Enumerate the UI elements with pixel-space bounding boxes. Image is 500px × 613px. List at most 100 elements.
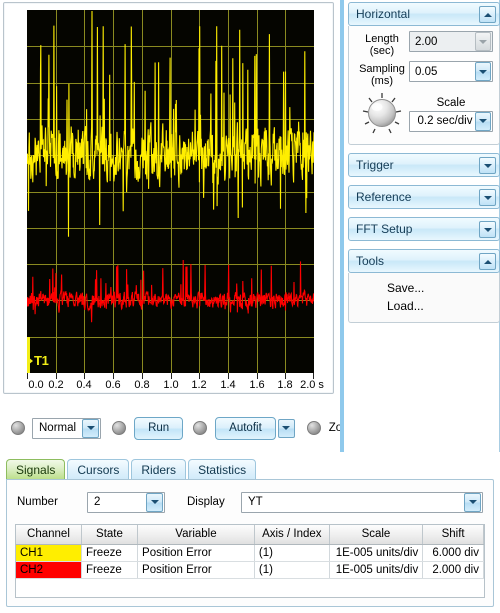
rotary-knob-icon[interactable] bbox=[355, 91, 409, 137]
chevron-down-icon[interactable] bbox=[475, 111, 491, 131]
run-button-label: Run bbox=[148, 422, 170, 434]
length-value: 2.00 bbox=[415, 35, 438, 48]
sampling-label-line1: Sampling bbox=[359, 63, 405, 75]
chevron-down-icon[interactable] bbox=[464, 492, 481, 512]
section-reference-header[interactable]: Reference bbox=[348, 185, 500, 209]
trace-ch1 bbox=[27, 10, 314, 237]
section-trigger-header[interactable]: Trigger bbox=[348, 153, 500, 177]
section-tools-header[interactable]: Tools bbox=[348, 249, 500, 273]
section-fft-setup-title: FFT Setup bbox=[356, 222, 413, 236]
tab-statistics[interactable]: Statistics bbox=[188, 459, 257, 480]
scale-combo[interactable]: 0.2 sec/div bbox=[409, 110, 493, 132]
cell-state: Freeze bbox=[81, 561, 139, 579]
sampling-label-line2: (ms) bbox=[371, 75, 393, 87]
section-horizontal-header[interactable]: Horizontal bbox=[348, 2, 500, 26]
cell-axis-index: (1) bbox=[254, 544, 330, 562]
waveform-plot[interactable]: T1 bbox=[27, 10, 314, 373]
scope-control-row: Normal Run Autofit Zoom bbox=[3, 412, 358, 444]
axis-tick-label: 0.6 bbox=[105, 379, 121, 391]
table-header-axis-index[interactable]: Axis / Index bbox=[254, 525, 330, 545]
table-row[interactable]: CH2 Freeze Position Error (1) 1E-005 units/d… bbox=[16, 561, 484, 579]
axis-tick-label: 1.0 bbox=[163, 379, 179, 391]
field-sampling: Sampling (ms) 0.05 bbox=[355, 61, 493, 87]
x-axis: 0.0 0.2 0.4 0.6 0.8 1.0 1.2 1.4 1.6 1.8 2.0 s bbox=[27, 373, 324, 397]
signals-tab-panel: Number 2 Display YT Channel State Variable… bbox=[6, 479, 494, 607]
section-horizontal-title: Horizontal bbox=[356, 7, 411, 21]
section-horizontal-body: Length (sec) 2.00 Sampling (ms) 0.05 Sca… bbox=[348, 26, 500, 145]
display-label: Display bbox=[187, 496, 225, 508]
scale-row: Scale 0.2 sec/div bbox=[355, 91, 493, 137]
chevron-down-icon[interactable] bbox=[479, 189, 496, 206]
side-panel: Horizontal Length (sec) 2.00 Sampling (m… bbox=[340, 0, 500, 452]
section-tools-title: Tools bbox=[356, 254, 385, 268]
table-header-variable[interactable]: Variable bbox=[137, 525, 255, 545]
axis-tick-label: 1.4 bbox=[220, 379, 236, 391]
chevron-up-icon[interactable] bbox=[479, 253, 496, 270]
sampling-input[interactable]: 0.05 bbox=[409, 61, 493, 82]
top-area: T1 0.0 0.2 0.4 0.6 0.8 1.0 1.2 1.4 1.6 1.8 2.0 s N… bbox=[0, 0, 500, 452]
cell-variable: Position Error bbox=[137, 544, 255, 562]
table-row[interactable]: CH1 Freeze Position Error (1) 1E-005 units/d… bbox=[16, 544, 484, 562]
waveform-traces bbox=[27, 10, 314, 323]
length-label-line2: (sec) bbox=[369, 45, 395, 57]
section-tools: Tools Save... Load... bbox=[348, 249, 500, 323]
cell-variable: Position Error bbox=[137, 561, 255, 579]
section-trigger-title: Trigger bbox=[356, 158, 394, 172]
chevron-down-icon[interactable] bbox=[475, 32, 491, 51]
tools-menu-item-save[interactable]: Save... bbox=[349, 279, 499, 297]
autofit-led-indicator bbox=[193, 421, 208, 435]
length-label-line1: Length bbox=[365, 33, 399, 45]
section-horizontal: Horizontal Length (sec) 2.00 Sampling (m… bbox=[348, 2, 500, 145]
section-reference-title: Reference bbox=[356, 190, 412, 204]
tools-menu: Save... Load... bbox=[348, 273, 500, 323]
cell-shift: 2.000 div bbox=[422, 561, 484, 579]
mode-combo[interactable]: Normal bbox=[32, 417, 102, 439]
display-combo[interactable]: YT bbox=[241, 491, 483, 513]
trigger-marker[interactable]: T1 bbox=[28, 354, 49, 367]
field-length: Length (sec) 2.00 bbox=[355, 31, 493, 57]
number-label: Number bbox=[17, 496, 58, 508]
cell-scale: 1E-005 units/div bbox=[329, 561, 424, 579]
run-led-indicator bbox=[112, 421, 127, 435]
number-value: 2 bbox=[94, 496, 101, 508]
run-button[interactable]: Run bbox=[134, 416, 184, 440]
table-body: CH1 Freeze Position Error (1) 1E-005 units/d… bbox=[16, 544, 484, 579]
number-combo[interactable]: 2 bbox=[87, 491, 165, 513]
mode-led-indicator bbox=[11, 421, 25, 435]
chevron-down-icon[interactable] bbox=[146, 492, 163, 512]
cell-axis-index: (1) bbox=[254, 561, 330, 579]
side-panel-inner: Horizontal Length (sec) 2.00 Sampling (m… bbox=[348, 2, 500, 331]
tools-menu-item-load[interactable]: Load... bbox=[349, 297, 499, 315]
zoom-led-indicator bbox=[306, 421, 321, 435]
chevron-down-icon[interactable] bbox=[479, 221, 496, 238]
length-label: Length (sec) bbox=[355, 31, 409, 57]
table-header-channel[interactable]: Channel bbox=[16, 525, 82, 545]
chevron-down-icon[interactable] bbox=[277, 418, 295, 438]
table-header-state[interactable]: State bbox=[81, 525, 139, 545]
chevron-down-icon[interactable] bbox=[82, 418, 100, 438]
tab-signals[interactable]: Signals bbox=[6, 459, 66, 480]
chevron-down-icon[interactable] bbox=[479, 157, 496, 174]
cell-shift: 6.000 div bbox=[422, 544, 484, 562]
section-fft-setup-header[interactable]: FFT Setup bbox=[348, 217, 500, 241]
table-header-shift[interactable]: Shift bbox=[422, 525, 484, 545]
cell-channel: CH1 bbox=[16, 544, 82, 562]
scale-value: 0.2 sec/div bbox=[417, 115, 473, 127]
length-input[interactable]: 2.00 bbox=[409, 31, 493, 52]
chevron-down-icon[interactable] bbox=[475, 62, 491, 81]
signals-table: Channel State Variable Axis / Index Scale Shi… bbox=[16, 525, 484, 579]
plot-wrapper: T1 bbox=[27, 10, 314, 373]
scale-control: Scale 0.2 sec/div bbox=[409, 97, 493, 132]
axis-tick-label: 1.8 bbox=[277, 379, 293, 391]
axis-tick-label: 1.2 bbox=[191, 379, 207, 391]
autofit-button-label: Autofit bbox=[229, 422, 262, 434]
cell-state: Freeze bbox=[81, 544, 139, 562]
autofit-button[interactable]: Autofit bbox=[215, 416, 276, 440]
chevron-up-icon[interactable] bbox=[479, 6, 496, 23]
mode-combo-label: Normal bbox=[39, 422, 77, 434]
tab-riders[interactable]: Riders bbox=[131, 459, 187, 480]
oscilloscope-window: T1 0.0 0.2 0.4 0.6 0.8 1.0 1.2 1.4 1.6 1.8 2.0 s N… bbox=[0, 0, 500, 613]
tab-cursors[interactable]: Cursors bbox=[67, 459, 130, 480]
table-header-scale[interactable]: Scale bbox=[329, 525, 424, 545]
axis-tick-label: 0.0 bbox=[28, 379, 44, 391]
